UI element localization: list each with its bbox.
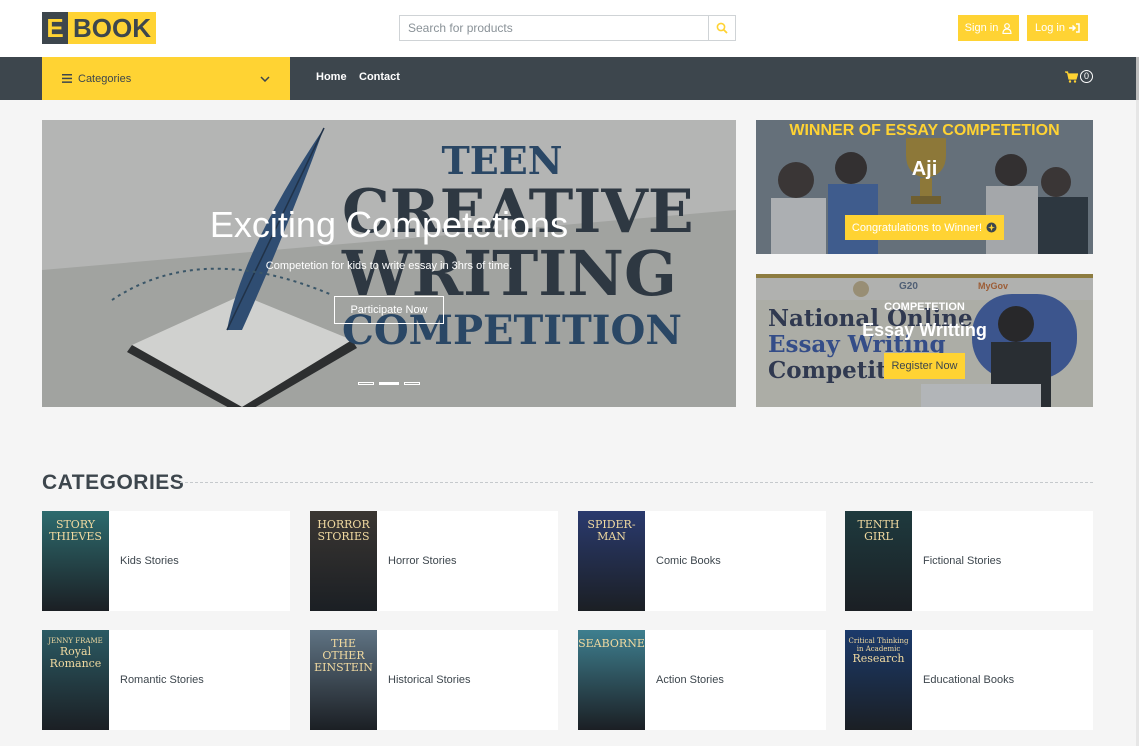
login-icon	[1068, 23, 1080, 33]
category-cover-image: SPIDER-MAN	[578, 511, 645, 611]
category-card[interactable]: THE OTHER EINSTEIN Historical Stories	[310, 630, 558, 730]
hero-carousel[interactable]: TEEN CREATIVE WRITING COMPETITION Exciti…	[42, 120, 736, 407]
search-icon	[716, 22, 728, 34]
categories-dropdown[interactable]: Categories	[42, 57, 290, 100]
cover-title-text: Romance	[49, 656, 102, 670]
bars-icon	[62, 74, 72, 83]
category-label: Comic Books	[656, 555, 721, 567]
essay-promo-card: National Online Essay Writing Competitio…	[756, 274, 1093, 407]
search-button[interactable]	[708, 15, 736, 41]
hero-title: Exciting Competetions	[209, 204, 569, 245]
category-label: Educational Books	[923, 674, 1015, 686]
sign-in-button[interactable]: Sign in	[958, 15, 1019, 41]
carousel-dot[interactable]	[358, 382, 374, 385]
congratulations-button[interactable]: Congratulations to Winner!	[845, 215, 1004, 240]
category-cover-image: THE OTHER EINSTEIN	[310, 630, 377, 730]
cover-title-text: SEABORNE	[578, 637, 645, 650]
winner-promo-card: WINNER OF ESSAY COMPETETION Aji Congratu…	[756, 120, 1093, 254]
essay-kicker: COMPETETION	[884, 301, 965, 313]
logo-e: E	[42, 12, 68, 44]
category-label: Kids Stories	[120, 555, 179, 567]
cover-title-text: STORIES	[317, 530, 370, 544]
logo-book: BOOK	[68, 12, 156, 44]
congratulations-label: Congratulations to Winner!	[851, 221, 983, 234]
cover-title-text: EINSTEIN	[314, 661, 373, 675]
essay-title: Essay Writting	[862, 320, 987, 340]
winner-name: Aji	[911, 158, 938, 180]
user-icon	[1002, 22, 1012, 34]
category-label: Fictional Stories	[923, 555, 1002, 567]
category-cover-image: Critical Thinking in Academic Research	[845, 630, 912, 730]
winner-heading: WINNER OF ESSAY COMPETETION	[789, 122, 1060, 139]
categories-heading: CATEGORIES	[42, 471, 185, 494]
category-card[interactable]: STORY THIEVES Kids Stories	[42, 511, 290, 611]
category-card[interactable]: TENTH GIRL Fictional Stories	[845, 511, 1093, 611]
category-card[interactable]: HORROR STORIES Horror Stories	[310, 511, 558, 611]
category-cover-image: JENNY FRAME Royal Romance	[42, 630, 109, 730]
carousel-dot-active[interactable]	[379, 382, 399, 385]
sign-in-label: Sign in	[964, 22, 999, 34]
category-label: Historical Stories	[388, 674, 471, 686]
category-card[interactable]: Critical Thinking in Academic Research Educ…	[845, 630, 1093, 730]
categories-label: Categories	[78, 72, 132, 85]
nav-home[interactable]: Home	[316, 71, 347, 83]
category-label: Action Stories	[656, 674, 724, 686]
category-cover-image: STORY THIEVES	[42, 511, 109, 611]
register-now-button[interactable]: Register Now	[884, 353, 965, 379]
category-card[interactable]: SPIDER-MAN Comic Books	[578, 511, 826, 611]
search-bar	[399, 15, 736, 41]
search-input[interactable]	[399, 15, 708, 41]
hero-subtitle: Competetion for kids to write essay in 3…	[265, 260, 513, 272]
cover-title-text: GIRL	[864, 530, 893, 544]
category-cover-image: TENTH GIRL	[845, 511, 912, 611]
log-in-label: Log in	[1035, 22, 1065, 34]
cover-title-text: THIEVES	[49, 530, 102, 544]
log-in-button[interactable]: Log in	[1027, 15, 1088, 41]
top-bar: E BOOK Sign in Log in	[0, 0, 1139, 57]
cart-button[interactable]: 0	[1065, 70, 1093, 83]
category-card[interactable]: SEABORNE Action Stories	[578, 630, 826, 730]
carousel-dot[interactable]	[404, 382, 420, 385]
category-label: Romantic Stories	[120, 674, 204, 686]
carousel-indicators	[358, 382, 420, 385]
category-card[interactable]: JENNY FRAME Royal Romance Romantic Stories	[42, 630, 290, 730]
category-cover-image: SEABORNE	[578, 630, 645, 730]
nav-contact[interactable]: Contact	[359, 71, 400, 83]
award-icon	[986, 222, 997, 233]
brand-logo[interactable]: E BOOK	[42, 12, 156, 44]
main-navbar: Categories Home Contact 0	[0, 57, 1136, 100]
cover-title-text: Royal	[59, 644, 92, 658]
cover-title-text: Research	[852, 652, 905, 666]
chevron-down-icon	[260, 75, 270, 82]
cover-title-text: SPIDER-MAN	[587, 518, 636, 544]
category-cover-image: HORROR STORIES	[310, 511, 377, 611]
category-label: Horror Stories	[388, 555, 457, 567]
participate-now-button[interactable]: Participate Now	[334, 296, 444, 324]
cart-count-badge: 0	[1080, 70, 1093, 83]
categories-divider	[180, 482, 1093, 483]
cart-icon	[1065, 70, 1078, 83]
